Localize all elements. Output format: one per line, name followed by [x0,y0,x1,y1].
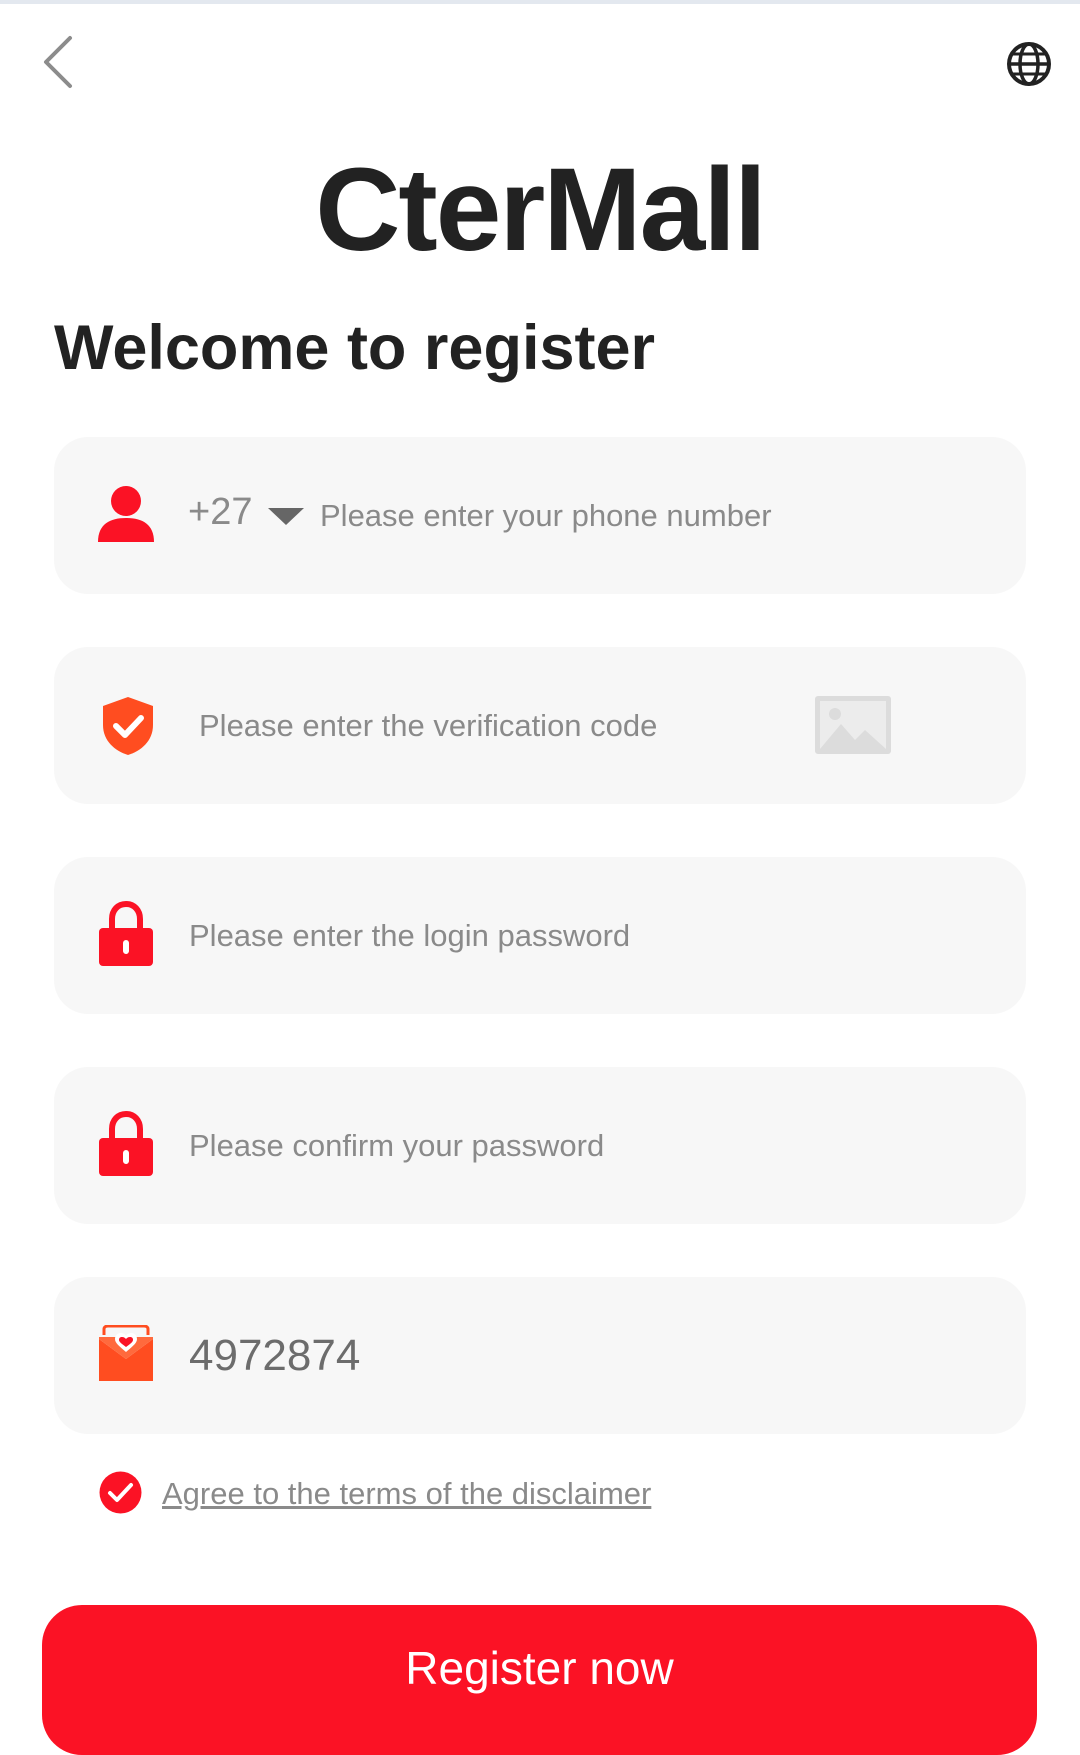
invite-code-input[interactable]: 4972874 [189,1277,360,1434]
image-placeholder-icon[interactable] [815,696,891,754]
verification-code-field[interactable]: Please enter the verification code [54,647,1026,804]
user-icon [98,486,154,542]
password-input[interactable]: Please enter the login password [189,857,630,1014]
password-field[interactable]: Please enter the login password [54,857,1026,1014]
confirm-password-field[interactable]: Please confirm your password [54,1067,1026,1224]
phone-field[interactable]: +27 Please enter your phone number [54,437,1026,594]
status-divider [0,0,1080,4]
language-button[interactable] [1005,40,1053,88]
brand-logo-text: CterMall [315,144,767,276]
register-button[interactable]: Register now [42,1605,1037,1755]
globe-icon [1007,42,1051,86]
shield-check-icon [103,697,153,755]
chevron-left-icon [44,36,72,88]
verification-code-input[interactable]: Please enter the verification code [199,647,657,804]
agree-checkbox[interactable] [99,1471,142,1514]
lock-icon [99,1111,153,1176]
confirm-password-input[interactable]: Please confirm your password [189,1067,604,1224]
disclaimer-terms-link[interactable]: Agree to the terms of the disclaimer [162,1474,651,1514]
country-code-selector[interactable]: +27 [188,437,252,594]
back-button[interactable] [40,34,80,90]
lock-icon [99,901,153,966]
caret-down-icon[interactable] [268,508,304,525]
page-title: Welcome to register [54,313,656,383]
envelope-heart-icon [99,1325,153,1381]
invite-code-field[interactable]: 4972874 [54,1277,1026,1434]
phone-input[interactable]: Please enter your phone number [320,437,772,594]
